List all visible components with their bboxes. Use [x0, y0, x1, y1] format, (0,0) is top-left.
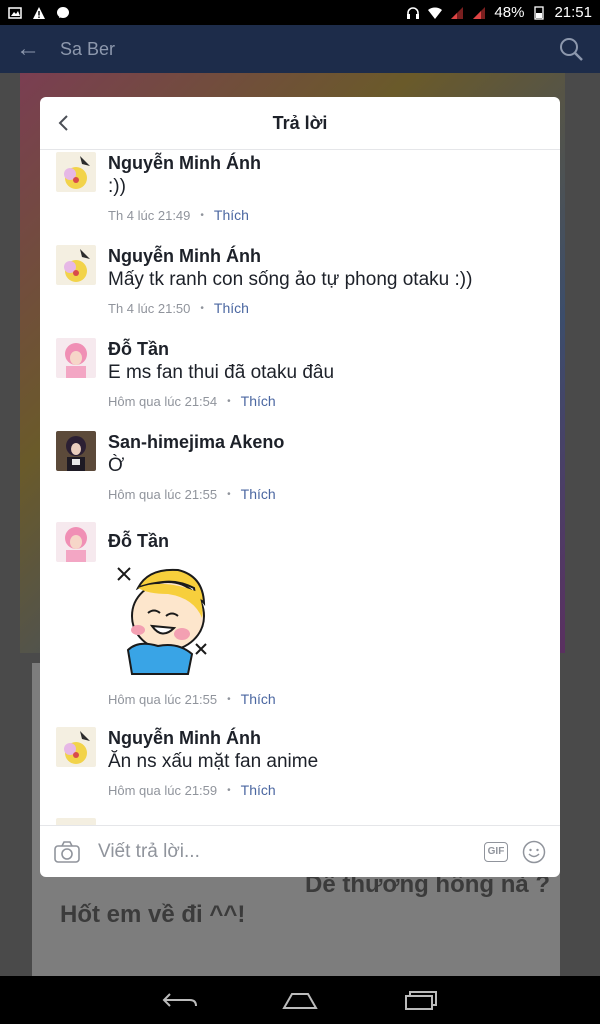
signal-icon-2 [473, 6, 486, 19]
comment-author[interactable]: Nguyễn Minh Ánh [108, 152, 548, 174]
reply-input[interactable]: Viết trả lời... [98, 841, 484, 863]
separator-dot: • [227, 395, 231, 407]
search-icon[interactable] [558, 36, 584, 62]
avatar[interactable] [56, 431, 96, 471]
comment-time: Hôm qua lúc 21:55 [108, 486, 218, 502]
recent-apps-icon[interactable] [400, 988, 440, 1012]
comment-text: :)) [108, 176, 126, 197]
separator-dot: • [200, 209, 204, 221]
avatar[interactable] [56, 152, 96, 192]
comment-time: Th 4 lúc 21:49 [108, 207, 191, 223]
avatar[interactable] [56, 818, 96, 825]
sticker-smiley-icon[interactable] [522, 840, 546, 864]
avatar[interactable] [56, 338, 96, 378]
camera-icon[interactable] [54, 840, 80, 863]
signal-icon-1 [451, 6, 464, 19]
comment-text: Ờ [108, 455, 125, 476]
comment-text: E ms fan thui đã otaku đâu [108, 362, 335, 383]
avatar[interactable] [56, 522, 96, 562]
comment-text: Mấy tk ranh con sống ảo tự phong otaku :… [108, 269, 473, 290]
app-bar: ← Sa Ber [0, 25, 600, 73]
comment-author[interactable]: Đỗ Tần [108, 338, 548, 360]
separator-dot: • [227, 784, 231, 796]
back-arrow-icon[interactable]: ← [16, 35, 40, 63]
like-button[interactable]: Thích [241, 486, 276, 502]
home-nav-icon[interactable] [280, 988, 320, 1012]
page-title: Sa Ber [60, 38, 116, 59]
back-chevron-icon[interactable] [52, 111, 76, 135]
image-notification-icon [8, 6, 22, 19]
back-nav-icon[interactable] [160, 988, 200, 1012]
laughing-boy-sticker [117, 567, 207, 675]
battery-icon [534, 5, 545, 20]
comment-author[interactable]: San-himejima Akeno [108, 431, 548, 453]
reply-dialog: Trả lời Nguyễn Minh Ánh :)) Th 4 lúc 21:… [40, 97, 560, 877]
like-button[interactable]: Thích [241, 782, 276, 798]
comment-time: Hôm qua lúc 21:55 [108, 691, 218, 707]
background-text-2: Hốt em về đi ^^! [60, 901, 246, 928]
system-nav-bar [0, 976, 600, 1024]
battery-percent: 48% [494, 4, 525, 21]
messenger-icon [57, 6, 69, 18]
comment-text: Ăn ns xấu mặt fan anime [108, 751, 319, 772]
comment-time: Hôm qua lúc 21:59 [108, 782, 218, 798]
separator-dot: • [200, 302, 204, 314]
warning-icon [33, 6, 45, 19]
like-button[interactable]: Thích [214, 207, 249, 223]
status-bar: 48% 21:51 [0, 0, 600, 25]
reply-composer: Viết trả lời... GIF [40, 825, 560, 877]
dialog-header: Trả lời [40, 97, 560, 150]
clock: 21:51 [554, 4, 592, 21]
gif-button[interactable]: GIF [484, 841, 508, 862]
like-button[interactable]: Thích [241, 393, 276, 409]
separator-dot: • [227, 693, 231, 705]
like-button[interactable]: Thích [214, 300, 249, 316]
like-button[interactable]: Thích [241, 691, 276, 707]
avatar[interactable] [56, 245, 96, 285]
headset-icon [407, 6, 420, 19]
wifi-icon [428, 6, 443, 19]
comment-time: Th 4 lúc 21:50 [108, 300, 191, 316]
comment-time: Hôm qua lúc 21:54 [108, 393, 218, 409]
comment-author[interactable]: Đỗ Tần [108, 530, 548, 552]
comment-author[interactable]: Nguyễn Minh Ánh [108, 727, 548, 749]
avatar[interactable] [56, 727, 96, 767]
comment-list[interactable]: Nguyễn Minh Ánh :)) Th 4 lúc 21:49 • Thí… [40, 150, 560, 825]
comment-author[interactable]: Nguyễn Minh Ánh [108, 245, 548, 267]
separator-dot: • [227, 488, 231, 500]
dialog-title: Trả lời [272, 112, 328, 133]
